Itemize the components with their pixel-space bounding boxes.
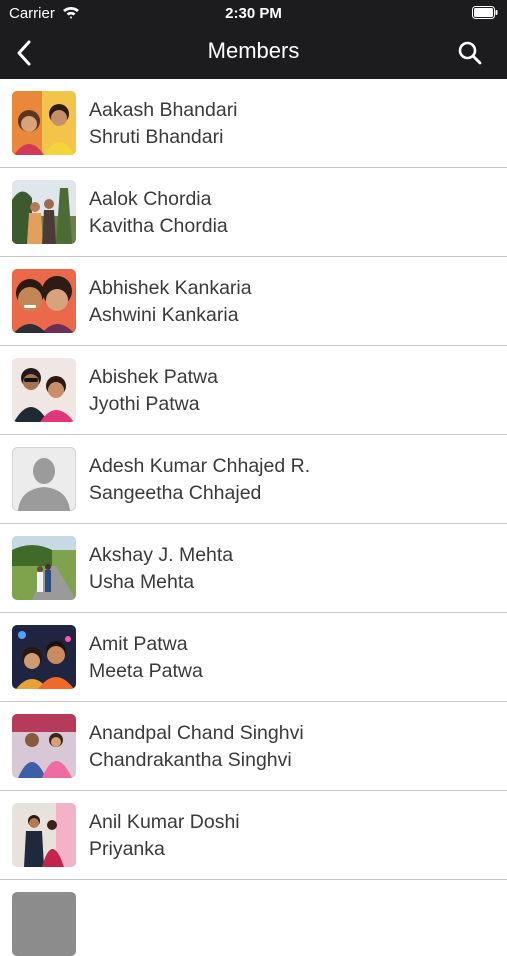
list-item[interactable]: Amit Patwa Meeta Patwa (0, 613, 507, 702)
member-name: Adesh Kumar Chhajed R. (89, 455, 311, 477)
member-photo (12, 803, 76, 867)
member-name: Amit Patwa (89, 633, 188, 655)
member-name: Akshay J. Mehta (89, 544, 234, 566)
list-item[interactable]: Anil Kumar Doshi Priyanka (0, 791, 507, 880)
spouse-name: Priyanka (89, 838, 165, 860)
clock: 2:30 PM (225, 5, 282, 22)
navigation-bar: Members (0, 28, 507, 79)
spouse-name: Jyothi Patwa (89, 393, 200, 415)
list-item[interactable]: Aakash Bhandari Shruti Bhandari (0, 79, 507, 168)
search-button[interactable] (457, 40, 483, 66)
member-name: Anandpal Chand Singhvi (89, 722, 304, 744)
spouse-name: Shruti Bhandari (89, 126, 224, 148)
member-photo (12, 91, 76, 155)
list-item[interactable] (0, 880, 507, 956)
list-item[interactable]: Abishek Patwa Jyothi Patwa (0, 346, 507, 435)
spouse-name: Meeta Patwa (89, 660, 203, 682)
list-item[interactable]: Abhishek Kankaria Ashwini Kankaria (0, 257, 507, 346)
member-photo (12, 269, 76, 333)
member-photo (12, 714, 76, 778)
member-name: Abishek Patwa (89, 366, 218, 388)
battery-icon (472, 6, 498, 19)
member-photo (12, 358, 76, 422)
status-bar: Carrier 2:30 PM (0, 0, 507, 28)
list-item[interactable]: Adesh Kumar Chhajed R. Sangeetha Chhajed (0, 435, 507, 524)
member-photo (12, 180, 76, 244)
member-photo (12, 625, 76, 689)
page-title: Members (207, 38, 300, 63)
spouse-name: Ashwini Kankaria (89, 304, 239, 326)
member-photo (12, 536, 76, 600)
member-photo (12, 892, 76, 956)
avatar-placeholder-icon (12, 447, 76, 511)
list-item[interactable]: Anandpal Chand Singhvi Chandrakantha Sin… (0, 702, 507, 791)
spouse-name: Chandrakantha Singhvi (89, 749, 292, 771)
list-item[interactable]: Akshay J. Mehta Usha Mehta (0, 524, 507, 613)
member-name: Anil Kumar Doshi (89, 811, 240, 833)
spouse-name: Usha Mehta (89, 571, 195, 593)
members-list: Aakash Bhandari Shruti Bhandari Aalok Ch… (0, 79, 507, 956)
member-name: Aakash Bhandari (89, 99, 238, 121)
spouse-name: Sangeetha Chhajed (89, 482, 262, 504)
member-name: Aalok Chordia (89, 188, 212, 210)
list-item[interactable]: Aalok Chordia Kavitha Chordia (0, 168, 507, 257)
member-name: Abhishek Kankaria (89, 277, 252, 299)
spouse-name: Kavitha Chordia (89, 215, 228, 237)
